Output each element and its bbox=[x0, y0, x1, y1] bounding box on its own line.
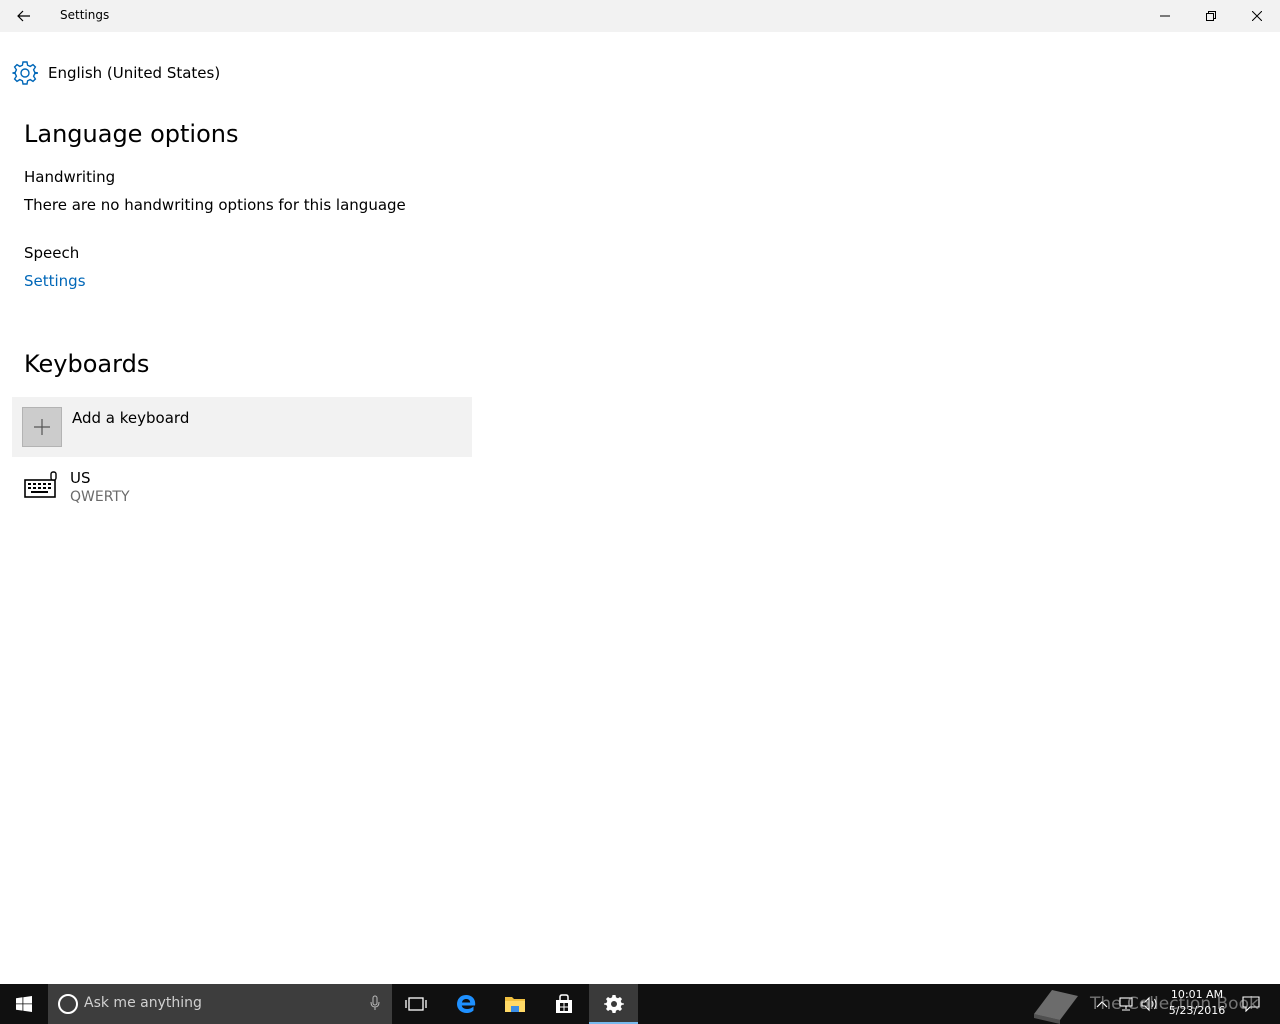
task-view-icon bbox=[405, 997, 427, 1011]
action-center-button[interactable] bbox=[1236, 984, 1266, 1024]
cortana-search-box[interactable]: Ask me anything bbox=[48, 984, 392, 1024]
edge-taskbar-button[interactable] bbox=[442, 984, 490, 1024]
window-title: Settings bbox=[60, 8, 110, 22]
notification-icon bbox=[1242, 996, 1260, 1012]
chevron-up-icon bbox=[1096, 1001, 1108, 1008]
start-button[interactable] bbox=[0, 984, 48, 1024]
search-placeholder: Ask me anything bbox=[84, 995, 202, 1011]
edge-icon bbox=[457, 995, 476, 1013]
settings-taskbar-button[interactable] bbox=[589, 984, 638, 1024]
show-hidden-icons-button[interactable] bbox=[1092, 984, 1112, 1024]
network-icon bbox=[1119, 997, 1133, 1011]
keyboard-icon bbox=[24, 471, 57, 498]
keyboard-layout: QWERTY bbox=[70, 489, 130, 505]
network-button[interactable] bbox=[1114, 984, 1138, 1024]
windows-logo-icon bbox=[16, 996, 32, 1012]
speech-label: Speech bbox=[24, 244, 80, 262]
task-view-button[interactable] bbox=[392, 984, 440, 1024]
back-arrow-icon bbox=[17, 10, 30, 22]
clock-time: 10:01 AM bbox=[1170, 988, 1224, 1001]
language-options-heading: Language options bbox=[24, 120, 239, 148]
gear-icon bbox=[12, 61, 38, 85]
add-keyboard-button[interactable]: Add a keyboard bbox=[12, 397, 472, 457]
title-bar: Settings bbox=[0, 0, 1280, 32]
store-taskbar-button[interactable] bbox=[540, 984, 588, 1024]
page-header: English (United States) bbox=[12, 58, 220, 88]
add-keyboard-label: Add a keyboard bbox=[72, 409, 190, 427]
folder-icon bbox=[505, 997, 525, 1012]
keyboards-heading: Keyboards bbox=[24, 350, 150, 378]
close-button[interactable] bbox=[1234, 0, 1280, 32]
minimize-icon bbox=[1160, 15, 1170, 17]
store-bag-icon bbox=[556, 994, 572, 1013]
microphone-icon[interactable] bbox=[370, 995, 380, 1011]
file-explorer-taskbar-button[interactable] bbox=[491, 984, 539, 1024]
restore-icon bbox=[1206, 11, 1216, 21]
plus-icon bbox=[22, 407, 62, 447]
speech-settings-link[interactable]: Settings bbox=[24, 272, 86, 290]
restore-button[interactable] bbox=[1188, 0, 1234, 32]
keyboard-name: US bbox=[70, 469, 91, 487]
speaker-icon bbox=[1141, 996, 1157, 1012]
clock-date: 5/23/2016 bbox=[1168, 1004, 1226, 1017]
taskbar: Ask me anything 10:01 AM 5/23/2016 bbox=[0, 984, 1280, 1024]
back-button[interactable] bbox=[0, 0, 48, 32]
handwriting-text: There are no handwriting options for thi… bbox=[24, 196, 406, 214]
handwriting-label: Handwriting bbox=[24, 168, 116, 186]
volume-button[interactable] bbox=[1138, 984, 1162, 1024]
minimize-button[interactable] bbox=[1142, 0, 1188, 32]
cortana-icon bbox=[58, 994, 78, 1014]
close-icon bbox=[1252, 11, 1262, 21]
taskbar-clock[interactable]: 10:01 AM 5/23/2016 bbox=[1162, 987, 1232, 1019]
settings-gear-icon bbox=[603, 995, 624, 1013]
keyboard-item-us[interactable]: US QWERTY bbox=[12, 463, 472, 515]
language-name: English (United States) bbox=[48, 64, 221, 82]
